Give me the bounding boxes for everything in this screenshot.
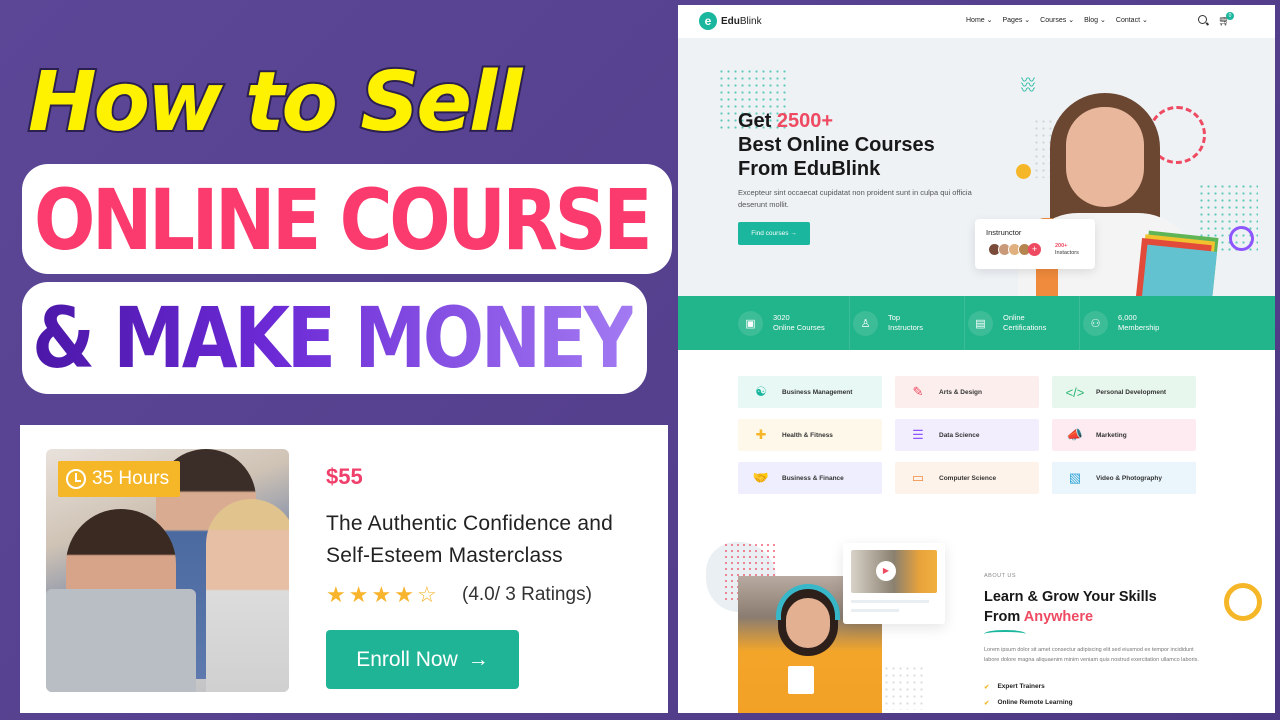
headline-how-to-sell: How to Sell bbox=[26, 55, 524, 150]
logo-icon: e bbox=[699, 12, 717, 30]
stat-online-courses: ▣ 3020 Online Courses bbox=[735, 296, 850, 350]
instructor-count: 200+ Instactors bbox=[1055, 243, 1079, 256]
about-eyebrow: ABOUT US bbox=[984, 573, 1017, 579]
course-price: $55 bbox=[326, 464, 363, 489]
ratings-count: (4.0/ 3 Ratings) bbox=[462, 584, 592, 605]
category-business-finance[interactable]: 🤝 Business & Finance bbox=[738, 462, 882, 494]
category-icon: 📣 bbox=[1066, 427, 1084, 442]
decorative-ring bbox=[1229, 226, 1254, 251]
category-personal-development[interactable]: </> Personal Development bbox=[1052, 376, 1196, 408]
category-label: Personal Development bbox=[1096, 388, 1167, 396]
instructor-icon: ♙ bbox=[853, 310, 878, 336]
cart-count-badge: 0 bbox=[1226, 12, 1234, 20]
wave-icon: 〰〰〰 bbox=[1021, 72, 1035, 98]
nav-blog[interactable]: Blog bbox=[1084, 16, 1106, 24]
category-marketing[interactable]: 📣 Marketing bbox=[1052, 419, 1196, 451]
checklist-item: ✔ Online Remote Learning bbox=[984, 699, 1073, 707]
category-icon: ▭ bbox=[911, 470, 925, 485]
nav-pages[interactable]: Pages bbox=[1003, 16, 1031, 24]
clock-icon bbox=[66, 469, 86, 489]
checklist-item: ✔ Expert Trainers bbox=[984, 683, 1045, 691]
headphones-shape bbox=[776, 584, 840, 620]
arrow-right-icon: → bbox=[467, 647, 489, 671]
category-grid: ☯ Business Management ✎ Arts & Design </> Per… bbox=[738, 376, 1196, 494]
plus-icon[interactable]: + bbox=[1028, 243, 1041, 256]
star-icon: ★ bbox=[371, 582, 392, 607]
decorative-ring bbox=[1224, 583, 1262, 621]
edublink-website: e EduBlink Home Pages Courses Blog Conta… bbox=[678, 5, 1275, 713]
nav-home[interactable]: Home bbox=[966, 16, 993, 24]
stat-top-instructors: ♙ Top Instructors bbox=[850, 296, 965, 350]
duration-badge: 35 Hours bbox=[58, 461, 180, 497]
stat-membership: ⚇ 6,000 Membership bbox=[1080, 296, 1195, 350]
instructor-card: Instrunctor + 200+ Instactors bbox=[975, 219, 1095, 269]
main-menu: Home Pages Courses Blog Contact bbox=[966, 16, 1148, 24]
category-label: Video & Photography bbox=[1096, 474, 1162, 482]
play-icon[interactable]: ▶ bbox=[876, 561, 896, 581]
category-label: Marketing bbox=[1096, 431, 1127, 439]
category-business-management[interactable]: ☯ Business Management bbox=[738, 376, 882, 408]
nav-contact[interactable]: Contact bbox=[1116, 16, 1148, 24]
category-label: Computer Science bbox=[939, 474, 997, 482]
hero-description: Excepteur sint occaecat cupidatat non pr… bbox=[738, 188, 972, 209]
category-icon: </> bbox=[1065, 384, 1085, 400]
about-description: Lorem ipsum dolor sit amet consectur adi… bbox=[984, 647, 1199, 663]
site-header: e EduBlink Home Pages Courses Blog Conta… bbox=[678, 5, 1275, 38]
search-icon[interactable] bbox=[1198, 15, 1207, 24]
hero-title: Get 2500+ Best Online Courses From EduBl… bbox=[738, 110, 935, 180]
star-icon: ★ bbox=[348, 582, 369, 607]
category-label: Business & Finance bbox=[782, 474, 844, 482]
site-logo[interactable]: e EduBlink bbox=[699, 12, 762, 30]
category-computer-science[interactable]: ▭ Computer Science bbox=[895, 462, 1039, 494]
title-underline bbox=[984, 630, 1026, 638]
video-card[interactable]: ▶ bbox=[843, 543, 945, 624]
find-courses-button[interactable]: Find courses → bbox=[738, 222, 810, 245]
check-icon: ✔ bbox=[984, 700, 990, 707]
instructor-label: Instrunctor bbox=[986, 228, 1022, 237]
laptop-icon: ▣ bbox=[738, 310, 763, 336]
headline-make-money: & MAKE MONEY bbox=[32, 289, 636, 387]
star-icon: ★ bbox=[394, 582, 414, 607]
category-data-science[interactable]: ☰ Data Science bbox=[895, 419, 1039, 451]
category-icon: ☰ bbox=[912, 427, 924, 442]
stats-bar: ▣ 3020 Online Courses ♙ Top Instructors ▤ … bbox=[678, 296, 1275, 350]
decorative-dots bbox=[883, 665, 923, 710]
category-health-fitness[interactable]: ✚ Health & Fitness bbox=[738, 419, 882, 451]
category-label: Health & Fitness bbox=[782, 431, 833, 439]
star-outline-icon: ☆ bbox=[416, 582, 437, 607]
members-icon: ⚇ bbox=[1083, 310, 1108, 336]
person-figure bbox=[206, 499, 289, 692]
hero-student-image bbox=[1018, 93, 1218, 333]
category-label: Data Science bbox=[939, 431, 980, 439]
certificate-icon: ▤ bbox=[968, 310, 993, 336]
category-icon: 🤝 bbox=[752, 470, 770, 485]
cup-shape bbox=[788, 666, 814, 694]
about-title: Learn & Grow Your Skills From Anywhere bbox=[984, 589, 1157, 625]
star-icon: ★ bbox=[326, 582, 346, 607]
headline-online-course: ONLINE COURSE bbox=[34, 171, 653, 269]
instructor-avatars: + bbox=[988, 243, 1041, 256]
check-icon: ✔ bbox=[984, 684, 990, 691]
category-icon: ✎ bbox=[912, 384, 924, 399]
category-icon: ✚ bbox=[755, 427, 767, 442]
category-label: Arts & Design bbox=[939, 388, 982, 396]
enroll-now-button[interactable]: Enroll Now → bbox=[326, 630, 519, 689]
category-arts-design[interactable]: ✎ Arts & Design bbox=[895, 376, 1039, 408]
category-video-photography[interactable]: ▧ Video & Photography bbox=[1052, 462, 1196, 494]
enroll-label: Enroll Now bbox=[356, 647, 458, 671]
star-rating: ★ ★ ★ ★ ☆ bbox=[326, 582, 437, 608]
course-title[interactable]: The Authentic Confidence and Self-Esteem… bbox=[326, 508, 656, 572]
nav-courses[interactable]: Courses bbox=[1040, 16, 1074, 24]
stat-certifications: ▤ Online Certifications bbox=[965, 296, 1080, 350]
duration-text: 35 Hours bbox=[92, 468, 170, 489]
logo-text: EduBlink bbox=[721, 15, 762, 27]
category-icon: ☯ bbox=[755, 384, 767, 399]
category-label: Business Management bbox=[782, 388, 853, 396]
category-icon: ▧ bbox=[1068, 470, 1082, 485]
laptop-shape bbox=[46, 589, 196, 692]
